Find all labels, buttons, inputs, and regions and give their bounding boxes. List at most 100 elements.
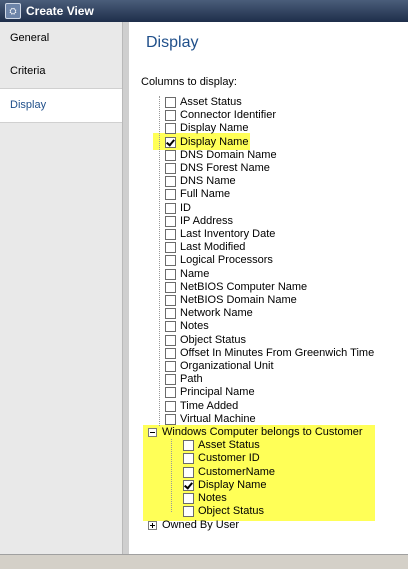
checkbox[interactable] — [165, 308, 176, 320]
checkbox[interactable] — [165, 123, 176, 135]
checkbox[interactable] — [165, 255, 176, 267]
checkbox[interactable] — [165, 229, 176, 240]
checkbox[interactable] — [165, 334, 176, 346]
status-bar — [0, 554, 408, 569]
column-option-label: NetBIOS Domain Name — [180, 294, 297, 306]
column-option-label: DNS Forest Name — [180, 162, 270, 174]
expand-icon[interactable] — [148, 521, 157, 531]
column-option-label: Display Name — [198, 478, 267, 491]
checkbox[interactable] — [183, 453, 194, 465]
checkbox[interactable] — [165, 268, 176, 280]
checkbox[interactable] — [165, 163, 176, 174]
checkbox[interactable] — [165, 215, 176, 227]
checkbox[interactable] — [165, 374, 176, 386]
checkbox[interactable] — [165, 97, 176, 108]
column-option[interactable]: Logical Processors — [165, 254, 273, 267]
checkbox[interactable] — [165, 361, 176, 372]
group-column-option[interactable]: Asset Status — [183, 439, 260, 452]
column-option[interactable]: Name — [165, 268, 209, 281]
column-option[interactable]: Path — [165, 373, 203, 386]
columns-tree: Asset Status Connector Identifier Display … — [129, 96, 408, 554]
column-option-label: IP Address — [180, 214, 233, 227]
column-option[interactable]: Last Modified — [165, 241, 245, 254]
nav-pane: General Criteria Display — [0, 22, 123, 554]
checkbox[interactable] — [165, 202, 176, 214]
column-option[interactable]: Offset In Minutes From Greenwich Time — [165, 347, 374, 360]
column-option-label: Last Modified — [180, 241, 246, 254]
column-option[interactable]: NetBIOS Domain Name — [165, 294, 297, 307]
column-option-label: Display Name — [180, 122, 249, 135]
column-option-label: Network Name — [180, 307, 253, 320]
window-icon: ⛭ — [5, 3, 21, 19]
column-option[interactable]: Display Name — [165, 122, 248, 135]
checkbox[interactable] — [165, 281, 176, 293]
column-option-label: Principal Name — [180, 386, 255, 399]
column-option[interactable]: Full Name — [165, 188, 230, 201]
checkbox-checked[interactable] — [183, 479, 194, 491]
checkbox[interactable] — [165, 321, 176, 333]
column-option-label: Full Name — [180, 188, 231, 201]
checkbox[interactable] — [183, 466, 194, 478]
checkbox[interactable] — [165, 242, 176, 254]
group-owned-by-user[interactable]: Owned By User — [148, 519, 239, 532]
column-option[interactable]: Organizational Unit — [165, 360, 274, 373]
column-option[interactable]: Last Inventory Date — [165, 228, 275, 241]
column-option[interactable]: NetBIOS Computer Name — [165, 281, 307, 294]
checkbox[interactable] — [183, 493, 194, 504]
checkbox[interactable] — [165, 413, 176, 425]
column-option[interactable]: Network Name — [165, 307, 253, 320]
column-option[interactable]: Object Status — [165, 334, 246, 347]
column-option[interactable]: ID — [165, 202, 191, 215]
column-option-label: Organizational Unit — [180, 360, 274, 372]
checkbox[interactable] — [165, 176, 176, 188]
column-option-label: Asset Status — [198, 439, 260, 452]
checkbox-checked[interactable] — [165, 136, 176, 148]
checkbox[interactable] — [165, 149, 176, 161]
nav-item-general[interactable]: General — [0, 22, 122, 55]
column-option-label: Asset Status — [180, 96, 242, 108]
column-option[interactable]: Asset Status — [165, 96, 242, 109]
checkbox[interactable] — [165, 189, 176, 201]
checkbox[interactable] — [165, 295, 176, 306]
column-option-label: Name — [180, 267, 210, 280]
column-option-label: NetBIOS Computer Name — [180, 280, 308, 293]
group-column-option[interactable]: CustomerName — [183, 466, 275, 479]
title-bar: ⛭ Create View — [0, 0, 408, 22]
checkbox[interactable] — [183, 440, 194, 452]
column-option[interactable]: Principal Name — [165, 386, 255, 399]
column-option[interactable]: Notes — [165, 320, 209, 333]
collapse-icon[interactable] — [148, 428, 157, 437]
column-option-label: DNS Name — [180, 175, 236, 188]
column-option-label: Notes — [198, 492, 227, 504]
nav-item-display[interactable]: Display — [0, 88, 122, 123]
column-option[interactable]: Virtual Machine — [165, 413, 256, 426]
checkbox[interactable] — [183, 506, 194, 518]
window-title: Create View — [26, 4, 94, 18]
column-option[interactable]: DNS Forest Name — [165, 162, 270, 175]
main-panel: Display Columns to display: Asset Status… — [129, 22, 408, 554]
column-option[interactable]: Display Name — [165, 136, 248, 149]
column-option-label: Time Added — [180, 399, 239, 412]
checkbox[interactable] — [165, 387, 176, 399]
checkbox[interactable] — [165, 110, 176, 122]
column-option-label: Display Name — [180, 135, 249, 148]
group-column-option[interactable]: Object Status — [183, 505, 264, 518]
nav-item-criteria[interactable]: Criteria — [0, 55, 122, 88]
group-customer[interactable]: Windows Computer belongs to Customer — [148, 426, 363, 439]
checkbox[interactable] — [165, 400, 176, 412]
columns-label: Columns to display: — [141, 76, 237, 88]
tree-connector — [171, 439, 172, 513]
checkbox[interactable] — [165, 347, 176, 359]
column-option-label: Customer ID — [198, 452, 260, 465]
group-column-option[interactable]: Display Name — [183, 479, 266, 492]
column-option-label: Virtual Machine — [180, 412, 256, 425]
group-column-option[interactable]: Customer ID — [183, 452, 260, 465]
column-option[interactable]: Time Added — [165, 400, 238, 413]
column-option-label: Connector Identifier — [180, 109, 276, 122]
column-option[interactable]: Connector Identifier — [165, 109, 276, 122]
column-option[interactable]: DNS Domain Name — [165, 149, 277, 162]
group-label: Owned By User — [162, 519, 240, 532]
column-option[interactable]: IP Address — [165, 215, 233, 228]
column-option[interactable]: DNS Name — [165, 175, 236, 188]
group-column-option[interactable]: Notes — [183, 492, 227, 505]
